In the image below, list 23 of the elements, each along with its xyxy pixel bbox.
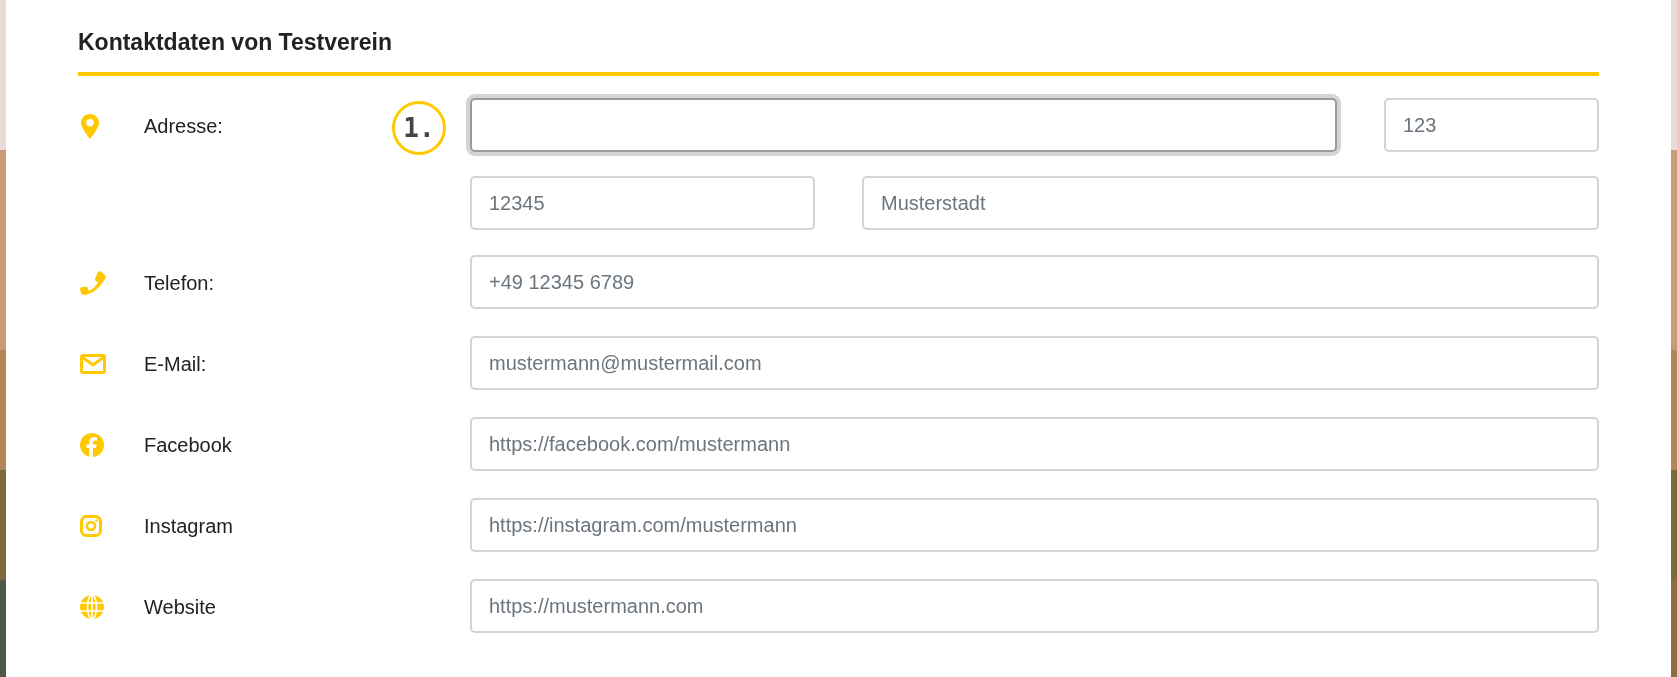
field-label: E-Mail: bbox=[144, 352, 207, 376]
step-badge: 1. bbox=[392, 101, 446, 155]
field-label: Facebook bbox=[144, 433, 232, 457]
text-field[interactable]: mustermann@mustermail.com bbox=[470, 336, 1599, 390]
instagram-icon bbox=[80, 515, 102, 537]
field-label: Telefon: bbox=[144, 271, 215, 295]
field-label: Website bbox=[144, 595, 216, 619]
field-label: Instagram bbox=[144, 514, 233, 538]
section-title: Kontaktdaten von Testverein bbox=[78, 28, 393, 57]
envelope-icon bbox=[80, 354, 106, 374]
globe-icon bbox=[80, 595, 104, 619]
text-field[interactable]: https://facebook.com/mustermann bbox=[470, 417, 1599, 471]
text-field[interactable]: https://mustermann.com bbox=[470, 579, 1599, 633]
facebook-icon bbox=[80, 433, 104, 457]
text-field[interactable]: https://instagram.com/mustermann bbox=[470, 498, 1599, 552]
text-field[interactable] bbox=[470, 98, 1337, 152]
text-field[interactable]: 123 bbox=[1384, 98, 1599, 152]
text-field[interactable]: 12345 bbox=[470, 176, 815, 230]
map-pin-icon bbox=[80, 113, 100, 139]
field-label: Adresse: bbox=[144, 114, 223, 138]
text-field[interactable]: +49 12345 6789 bbox=[470, 255, 1599, 309]
text-field[interactable]: Musterstadt bbox=[862, 176, 1599, 230]
phone-icon bbox=[80, 270, 106, 296]
